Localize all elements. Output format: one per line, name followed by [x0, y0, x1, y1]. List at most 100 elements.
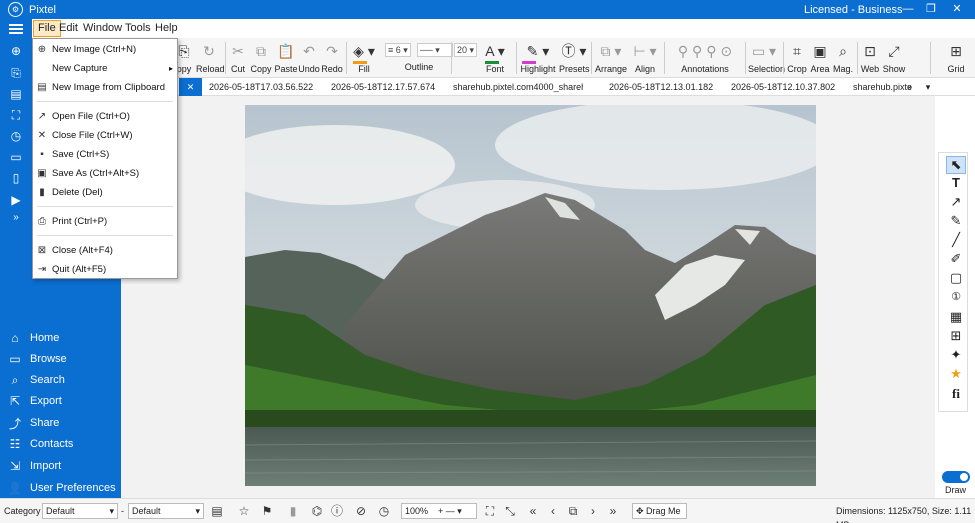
tab-4[interactable]: 2026-05-18T12.13.01.182 [609, 78, 721, 96]
zoom-control[interactable]: 100% + — ▾ [401, 503, 477, 519]
pointer-tool-icon[interactable]: ⬉ [946, 156, 966, 174]
region-icon[interactable]: ⛶ [8, 108, 24, 122]
highlight-button[interactable]: ✎ ▾ Highlight [520, 42, 556, 74]
magnifier-button[interactable]: ⌕ Mag. [832, 42, 854, 74]
outline-width-select[interactable]: ≡ 6 ▾ [385, 43, 411, 57]
marker-tool-icon[interactable]: ✐ [946, 251, 966, 269]
fill-button[interactable]: ◈ ▾ Fill [349, 42, 379, 74]
menu-item-print[interactable]: ⎙ Print (Ctrl+P) [33, 212, 177, 230]
menu-item-new-from-clipboard[interactable]: ▤ New Image from Clipboard [33, 78, 177, 96]
last-icon[interactable]: » [606, 503, 620, 519]
drag-me-button[interactable]: ✥ Drag Me [632, 503, 687, 519]
menu-item-save[interactable]: ▪ Save (Ctrl+S) [33, 145, 177, 163]
draw-toggle[interactable] [942, 471, 970, 483]
line-tool-icon[interactable]: ╱ [946, 232, 966, 250]
scroll-icon[interactable]: ▯ [8, 171, 24, 185]
menu-item-new-image[interactable]: ⊕ New Image (Ctrl+N) [33, 40, 177, 58]
sidebar-item-export[interactable]: ⇱ Export [0, 391, 121, 411]
font-size-select[interactable]: 20 ▾ [454, 43, 478, 57]
annotations-button[interactable]: ⚲ ⚲ ⚲ ⊙ Annotations [667, 42, 743, 74]
copy-small-icon[interactable]: ⧉ [566, 503, 580, 519]
favorite-tool-icon[interactable]: ★ [946, 366, 966, 384]
tab-close-button[interactable]: ✕ [179, 78, 202, 96]
sidebar-item-search[interactable]: ⌕ Search [0, 370, 121, 390]
secondary-select[interactable]: Default ▾ [128, 503, 204, 519]
menu-edit[interactable]: Edit [55, 20, 82, 37]
magic-tool-icon[interactable]: ✦ [946, 347, 966, 365]
tag-icon[interactable]: ⌬ [310, 503, 324, 519]
sidebar-item-import[interactable]: ⇲ Import [0, 456, 121, 476]
shape-tool-icon[interactable]: ▢ [946, 270, 966, 288]
cut-button[interactable]: ✂ Cut [229, 42, 247, 74]
star-icon[interactable]: ☆ [237, 503, 251, 519]
menu-tools[interactable]: Tools [121, 20, 155, 37]
info-icon[interactable]: ⓘ [330, 503, 344, 519]
area-button[interactable]: ▣ Area [810, 42, 830, 74]
menu-item-quit[interactable]: ⇥ Quit (Alt+F5) [33, 260, 177, 278]
menu-help[interactable]: Help [151, 20, 182, 37]
fullsize-icon[interactable]: ⤡ [503, 503, 517, 519]
paste-button[interactable]: 📋 Paste [274, 42, 298, 74]
new-icon[interactable]: ⊕ [8, 44, 24, 58]
menu-item-close[interactable]: ⊠ Close (Alt+F4) [33, 241, 177, 259]
tab-scroll-chevron-icon[interactable]: » [907, 78, 917, 96]
prev-icon[interactable]: ‹ [546, 503, 560, 519]
sidebar-item-browse[interactable]: ▭ Browse [0, 349, 121, 369]
arrow-tool-icon[interactable]: ↗ [946, 194, 966, 212]
menu-item-delete[interactable]: ▮ Delete (Del) [33, 183, 177, 201]
category-select[interactable]: Default ▾ [42, 503, 118, 519]
first-icon[interactable]: « [526, 503, 540, 519]
minimize-button[interactable]: — [898, 2, 918, 17]
blur-tool-icon[interactable]: ⊞ [946, 328, 966, 346]
bookmark-icon[interactable]: ▮ [286, 503, 300, 519]
align-button[interactable]: ⊢ ▾ Align [629, 42, 661, 74]
expand-icon[interactable]: » [8, 210, 24, 224]
tab-overflow-icon[interactable]: ▾ [921, 78, 935, 96]
undo-button[interactable]: ↶ Undo [298, 42, 320, 74]
notes-icon[interactable]: ▤ [210, 503, 224, 519]
link-icon[interactable]: ⊘ [354, 503, 368, 519]
copy-button[interactable]: ⧉ Copy [250, 42, 272, 74]
web-button[interactable]: ⊡ Web [860, 42, 880, 74]
font-tool-icon[interactable]: fi [946, 386, 966, 404]
arrange-button[interactable]: ⧉ ▾ Arrange [595, 42, 627, 74]
font-color-button[interactable]: A ▾ Font [480, 42, 510, 74]
presets-button[interactable]: Ⓣ ▾ Presets [559, 42, 590, 74]
sidebar-item-user-preferences[interactable]: 👤 User Preferences [0, 478, 121, 498]
tab-2[interactable]: 2026-05-18T12.17.57.674 [331, 78, 443, 96]
reload-button[interactable]: ↻ Reload [196, 42, 225, 74]
stamp-tool-icon[interactable]: ▦ [946, 309, 966, 327]
tab-3[interactable]: sharehub.pixtel.com4000_shareh... [453, 78, 583, 96]
timer-icon[interactable]: ◷ [8, 129, 24, 143]
menu-item-save-as[interactable]: ▣ Save As (Ctrl+Alt+S) [33, 164, 177, 182]
menu-item-new-capture[interactable]: New Capture ▸ [33, 59, 177, 77]
show-button[interactable]: ⤢ Show [882, 42, 906, 74]
capture-icon[interactable]: ⎘ [8, 66, 24, 80]
sidebar-item-contacts[interactable]: ☷ Contacts [0, 434, 121, 454]
grid-button[interactable]: ⊞ Grid [944, 42, 968, 74]
video-icon[interactable]: ▶ [8, 193, 24, 207]
outline-style-select[interactable]: ── ▾ [417, 43, 453, 57]
flag-icon[interactable]: ⚑ [260, 503, 274, 519]
step-tool-icon[interactable]: ① [946, 290, 966, 308]
menu-window[interactable]: Window [79, 20, 126, 37]
selection-button[interactable]: ▭ ▾ Selection [748, 42, 785, 74]
window-icon[interactable]: ▭ [8, 150, 24, 164]
redo-button[interactable]: ↷ Redo [321, 42, 343, 74]
next-icon[interactable]: › [586, 503, 600, 519]
fit-icon[interactable]: ⛶ [483, 503, 497, 519]
pen-tool-icon[interactable]: ✎ [946, 213, 966, 231]
document-icon[interactable]: ▤ [8, 87, 24, 101]
tab-1[interactable]: 2026-05-18T17.03.56.522 [209, 78, 319, 96]
close-window-button[interactable]: ✕ [947, 2, 967, 17]
crop-button[interactable]: ⌗ Crop [787, 42, 807, 74]
maximize-button[interactable]: ❐ [921, 2, 941, 17]
sidebar-item-home[interactable]: ⌂ Home [0, 328, 121, 348]
tab-5[interactable]: 2026-05-18T12.10.37.802 [731, 78, 843, 96]
text-tool-icon[interactable]: T [946, 175, 966, 193]
history-icon[interactable]: ◷ [377, 503, 391, 519]
menu-item-close-file[interactable]: ✕ Close File (Ctrl+W) [33, 126, 177, 144]
sidebar-item-share[interactable]: ⤴ Share [0, 413, 121, 433]
menu-item-open-file[interactable]: ↗ Open File (Ctrl+O) [33, 107, 177, 125]
hamburger-menu-icon[interactable] [0, 19, 32, 38]
